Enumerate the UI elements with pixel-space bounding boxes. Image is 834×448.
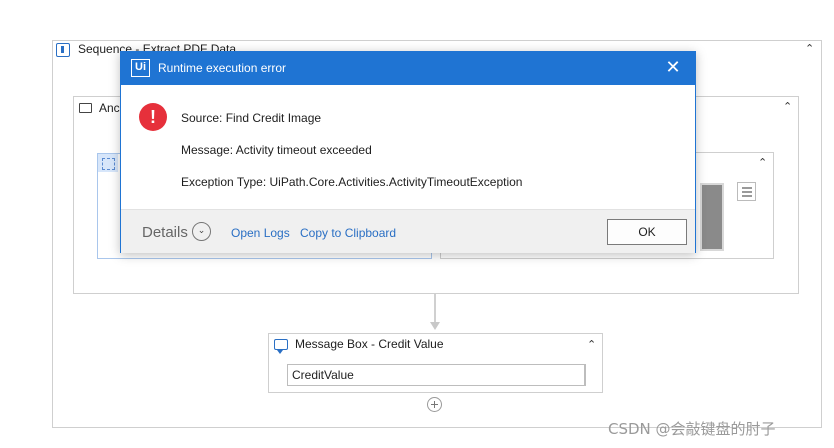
collapse-icon[interactable]: ⌃: [587, 338, 596, 351]
message-box-activity[interactable]: Message Box - Credit Value ⌃ CreditValue: [268, 333, 603, 393]
dialog-titlebar: Ui Runtime execution error ✕: [121, 52, 695, 85]
anchor-icon: [79, 103, 92, 113]
collapse-icon[interactable]: ⌃: [805, 42, 814, 55]
error-message: Message: Activity timeout exceeded: [181, 143, 372, 157]
copy-to-clipboard-link[interactable]: Copy to Clipboard: [300, 226, 396, 240]
watermark: CSDN @会敲键盘的肘子: [608, 420, 776, 438]
message-box-icon: [274, 339, 288, 354]
details-label[interactable]: Details: [142, 224, 188, 241]
open-logs-link[interactable]: Open Logs: [231, 226, 290, 240]
chevron-down-icon[interactable]: ⌄: [192, 222, 211, 241]
error-exception-type: Exception Type: UiPath.Core.Activities.A…: [181, 175, 523, 189]
add-activity-icon[interactable]: [427, 397, 442, 412]
message-box-title: Message Box - Credit Value: [295, 337, 444, 351]
uipath-app-icon: Ui: [131, 59, 150, 77]
image-preview: [700, 183, 724, 251]
flow-arrow: [430, 322, 440, 330]
collapse-icon[interactable]: ⌃: [758, 156, 767, 169]
flow-connector: [434, 294, 436, 324]
dialog-footer: Details ⌄ Open Logs Copy to Clipboard OK: [121, 209, 695, 253]
sequence-icon: [56, 43, 70, 57]
runtime-error-dialog: Ui Runtime execution error ✕ ! Source: F…: [120, 51, 696, 253]
selection-icon: [98, 154, 118, 172]
text-input[interactable]: CreditValue: [287, 364, 586, 386]
menu-lines-icon[interactable]: [737, 182, 756, 201]
anchor-title: Anc: [99, 101, 120, 115]
close-icon[interactable]: ✕: [662, 57, 684, 79]
collapse-icon[interactable]: ⌃: [783, 100, 792, 113]
error-icon: !: [139, 103, 167, 131]
error-source: Source: Find Credit Image: [181, 111, 322, 125]
dialog-title: Runtime execution error: [158, 61, 287, 75]
ok-button[interactable]: OK: [607, 219, 687, 245]
